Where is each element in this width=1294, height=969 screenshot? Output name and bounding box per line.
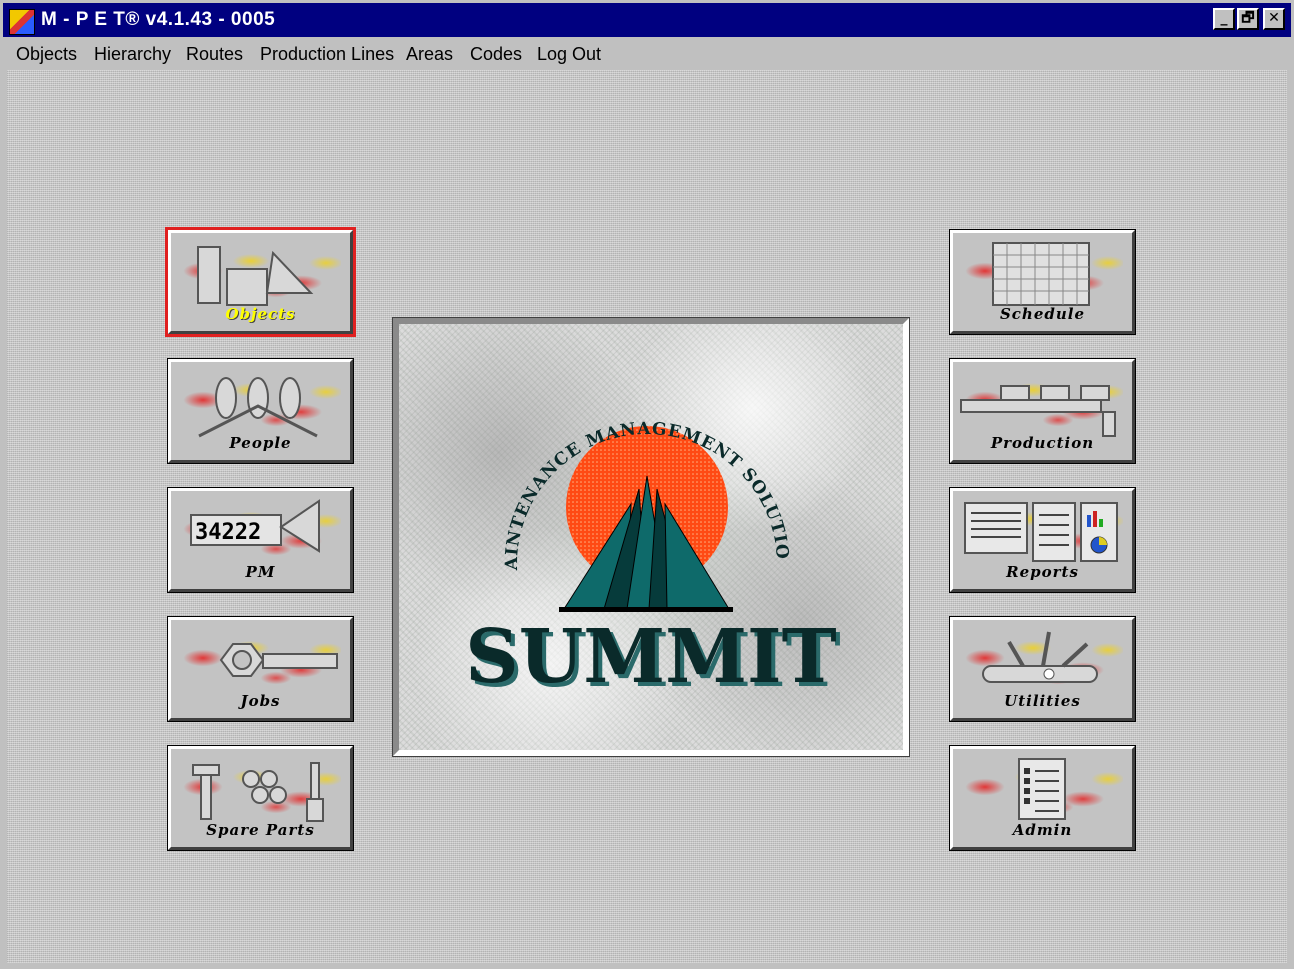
app-icon[interactable] bbox=[9, 9, 35, 35]
jobs-label: Jobs bbox=[240, 692, 281, 710]
production-label: Production bbox=[990, 434, 1095, 452]
svg-text:34222: 34222 bbox=[195, 520, 261, 545]
close-button[interactable]: ✕ bbox=[1263, 8, 1285, 30]
menu-bar: Objects Hierarchy Routes Production Line… bbox=[3, 38, 1291, 70]
brand-name: SUMMIT bbox=[465, 614, 836, 700]
utilities-label: Utilities bbox=[1004, 692, 1081, 710]
app-window: M - P E T® v4.1.43 - 0005 _ 🗗 ✕ Objects … bbox=[0, 0, 1294, 969]
production-button[interactable]: Production bbox=[949, 358, 1136, 464]
pm-label: PM bbox=[245, 563, 276, 581]
menu-objects[interactable]: Objects bbox=[16, 44, 77, 65]
objects-label: Objects bbox=[225, 305, 296, 323]
window-title: M - P E T® v4.1.43 - 0005 bbox=[41, 9, 276, 30]
menu-areas[interactable]: Areas bbox=[406, 44, 453, 65]
jobs-button[interactable]: Jobs bbox=[167, 616, 354, 722]
menu-routes[interactable]: Routes bbox=[186, 44, 243, 65]
admin-button[interactable]: Admin bbox=[949, 745, 1136, 851]
menu-production-lines[interactable]: Production Lines bbox=[260, 44, 394, 65]
reports-label: Reports bbox=[1006, 563, 1079, 581]
summit-logo-panel: MAINTENANCE MANAGEMENT SOLUTIONS SUMMIT … bbox=[392, 317, 910, 757]
people-label: People bbox=[229, 434, 292, 452]
schedule-label: Schedule bbox=[999, 305, 1086, 323]
summit-logo: MAINTENANCE MANAGEMENT SOLUTIONS SUMMIT … bbox=[399, 324, 841, 704]
schedule-button[interactable]: Schedule bbox=[949, 229, 1136, 335]
objects-button[interactable]: Objects bbox=[165, 227, 356, 337]
spare-parts-button[interactable]: Spare Parts bbox=[167, 745, 354, 851]
menu-hierarchy[interactable]: Hierarchy bbox=[94, 44, 171, 65]
admin-label: Admin bbox=[1012, 821, 1073, 839]
reports-button[interactable]: Reports bbox=[949, 487, 1136, 593]
menu-log-out[interactable]: Log Out bbox=[537, 44, 601, 65]
people-button[interactable]: People bbox=[167, 358, 354, 464]
maximize-button[interactable]: 🗗 bbox=[1237, 8, 1259, 30]
minimize-button[interactable]: _ bbox=[1213, 8, 1235, 30]
utilities-button[interactable]: Utilities bbox=[949, 616, 1136, 722]
menu-codes[interactable]: Codes bbox=[470, 44, 522, 65]
spare-parts-label: Spare Parts bbox=[206, 821, 315, 839]
title-bar[interactable]: M - P E T® v4.1.43 - 0005 _ 🗗 ✕ bbox=[3, 3, 1291, 37]
pm-button[interactable]: 34222 PM bbox=[167, 487, 354, 593]
